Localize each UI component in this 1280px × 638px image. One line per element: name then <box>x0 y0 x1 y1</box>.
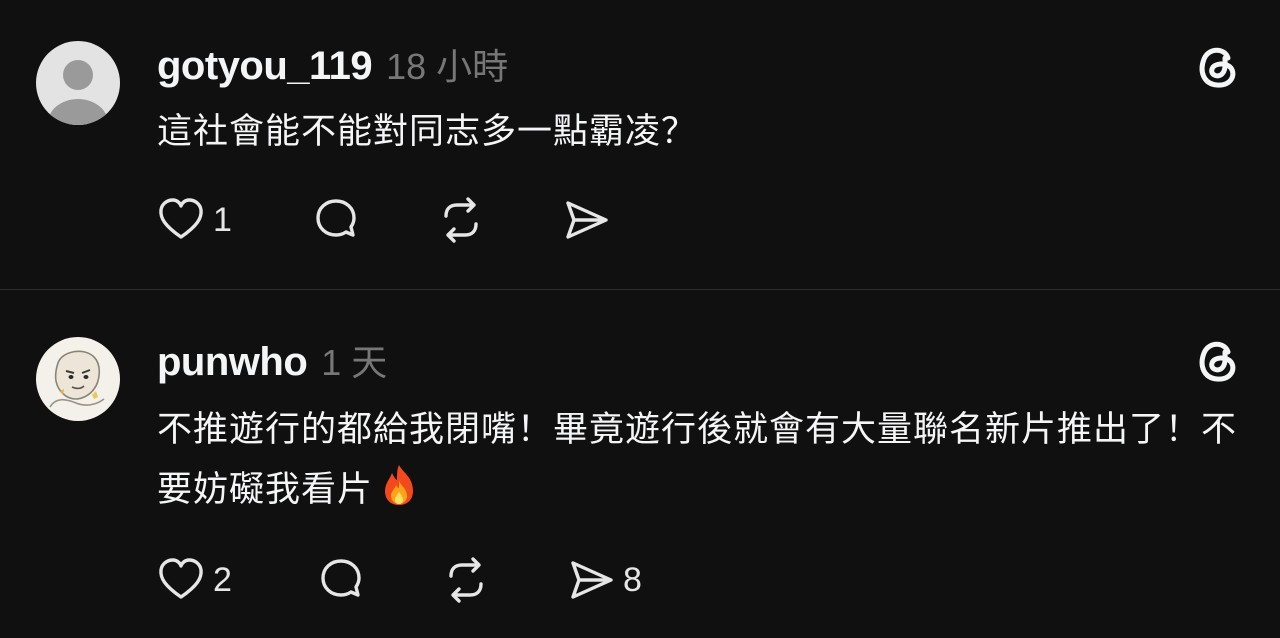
fire-emoji-icon <box>379 463 419 526</box>
username[interactable]: punwho <box>157 340 308 385</box>
repost-button[interactable] <box>435 190 493 250</box>
post-text: 這社會能不能對同志多一點霸凌？ <box>157 112 698 152</box>
avatar[interactable] <box>36 41 120 125</box>
sketch-avatar-icon <box>36 337 120 421</box>
post-time: 1 天 <box>321 342 388 383</box>
comment-bubble-icon <box>321 559 361 597</box>
post-header: punwho 1 天 <box>157 334 387 385</box>
heart-icon <box>159 558 203 599</box>
post-text-content: 不推遊行的都給我閉嘴！畢竟遊行後就會有大量聯名新片推出了！不要妨礙我看片 <box>157 410 1238 510</box>
reply-button[interactable] <box>315 550 373 610</box>
post-time: 18 小時 <box>386 46 509 87</box>
threads-logo-icon[interactable] <box>1190 38 1244 92</box>
avatar[interactable] <box>36 337 120 421</box>
like-button[interactable]: 1 <box>155 190 232 250</box>
thread-post: punwho 1 天 不推遊行的都給我閉嘴！畢竟遊行後就會有大量聯名新片推出了！… <box>0 290 1280 638</box>
like-count: 2 <box>213 560 232 599</box>
repost-icon <box>449 557 483 603</box>
default-avatar-icon <box>36 41 120 125</box>
heart-icon <box>159 198 203 239</box>
repost-button[interactable] <box>440 550 498 610</box>
reply-button[interactable] <box>310 190 368 250</box>
share-button[interactable] <box>560 190 618 250</box>
like-button[interactable]: 2 <box>155 550 232 610</box>
send-icon <box>566 201 608 239</box>
threads-logo-icon[interactable] <box>1190 332 1244 386</box>
username[interactable]: gotyou_119 <box>157 44 373 89</box>
share-button[interactable]: 8 <box>565 550 642 610</box>
post-header: gotyou_119 18 小時 <box>157 38 508 89</box>
thread-post: gotyou_119 18 小時 這社會能不能對同志多一點霸凌？ 1 <box>0 0 1280 289</box>
like-count: 1 <box>213 200 232 239</box>
post-text: 不推遊行的都給我閉嘴！畢竟遊行後就會有大量聯名新片推出了！不要妨礙我看片 <box>157 400 1237 526</box>
repost-icon <box>444 197 478 243</box>
comment-bubble-icon <box>316 199 356 237</box>
share-count: 8 <box>623 560 642 599</box>
send-icon <box>571 561 613 599</box>
